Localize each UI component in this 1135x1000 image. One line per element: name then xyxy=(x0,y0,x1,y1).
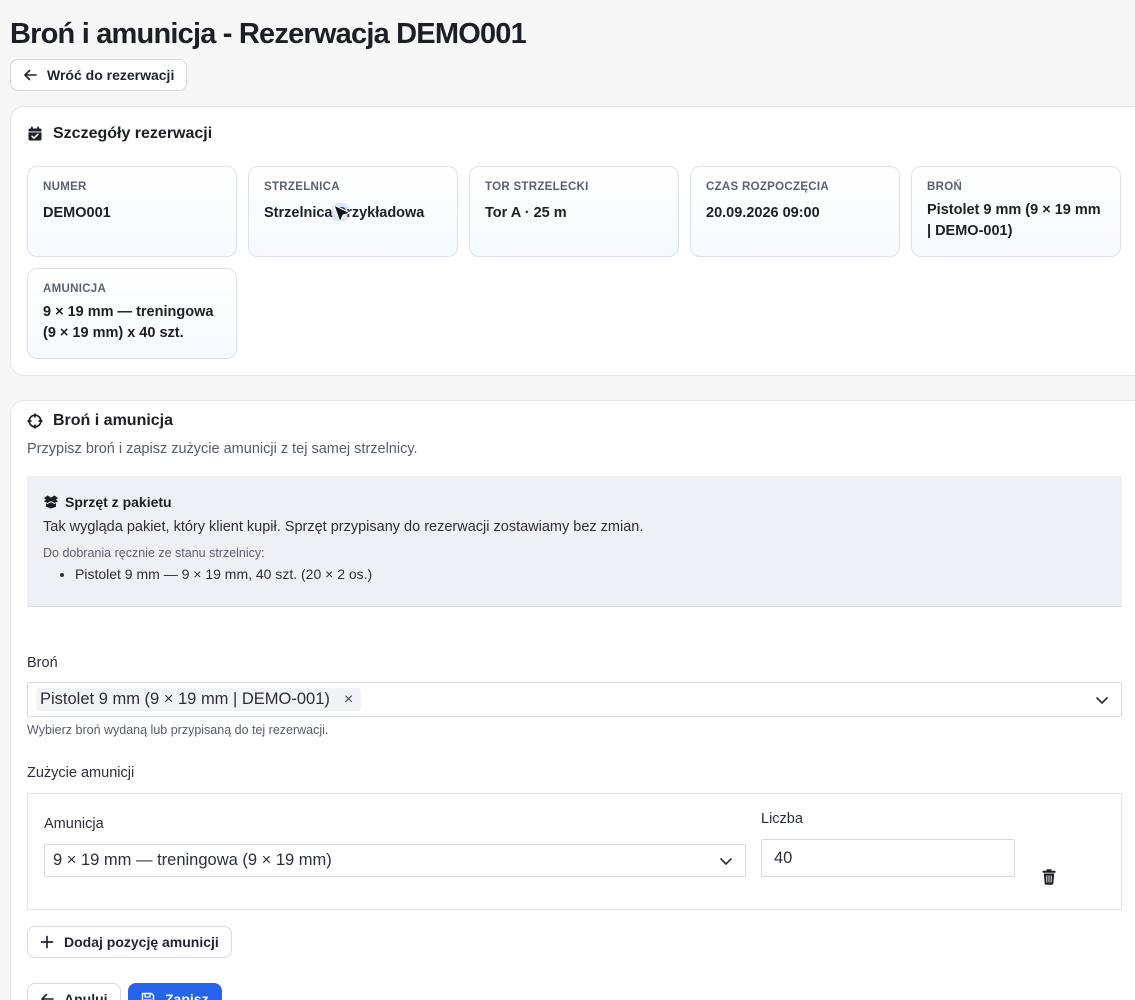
list-item: Pistolet 9 mm — 9 × 19 mm, 40 szt. (20 ×… xyxy=(75,566,1106,582)
trash-icon[interactable] xyxy=(1042,869,1056,885)
crosshair-icon xyxy=(27,413,43,429)
ammo-usage-label: Zużycie amunicji xyxy=(27,765,135,781)
chevron-down-icon xyxy=(720,858,732,865)
count-input[interactable]: 40 xyxy=(761,839,1015,877)
package-description: Tak wygląda pakiet, który klient kupił. … xyxy=(43,519,644,535)
tile-label: STRZELNICA xyxy=(264,181,340,193)
chevron-down-icon[interactable] xyxy=(1095,693,1109,707)
tile-value: Pistolet 9 mm (9 × 19 mm | DEMO-001) xyxy=(927,202,1101,239)
detail-tile-weapon: BROŃ Pistolet 9 mm (9 × 19 mm | DEMO-001… xyxy=(911,166,1121,257)
weapons-heading: Broń i amunicja xyxy=(27,412,173,430)
add-ammo-position-button[interactable]: Dodaj pozycję amunicji xyxy=(27,926,232,958)
tile-value: Tor A · 25 m xyxy=(485,205,567,221)
selected-weapon-chip: Pistolet 9 mm (9 × 19 mm | DEMO-001) × xyxy=(36,688,362,711)
tile-label: TOR STRZELECKI xyxy=(485,181,589,193)
cancel-button[interactable]: Anuluj xyxy=(27,983,121,1000)
cancel-button-label: Anuluj xyxy=(64,991,108,1000)
add-button-label: Dodaj pozycję amunicji xyxy=(64,934,219,950)
tile-label: CZAS ROZPOCZĘCIA xyxy=(706,181,829,193)
chip-label: Pistolet 9 mm (9 × 19 mm | DEMO-001) xyxy=(40,690,330,708)
plus-icon xyxy=(40,935,54,949)
weapon-multiselect[interactable]: Pistolet 9 mm (9 × 19 mm | DEMO-001) × xyxy=(27,682,1122,717)
detail-tile-range: STRZELNICA Strzelnica Przykładowa xyxy=(248,166,458,257)
count-label: Liczba xyxy=(761,811,803,827)
tile-label: AMUNICJA xyxy=(43,283,107,295)
remove-weapon-button[interactable]: × xyxy=(340,691,357,709)
detail-tile-lane: TOR STRZELECKI Tor A · 25 m xyxy=(469,166,679,257)
box-icon xyxy=(44,495,58,509)
tile-value: 9 × 19 mm — treningowa (9 × 19 mm) x 40 … xyxy=(43,304,214,341)
detail-tile-ammunition: AMUNICJA 9 × 19 mm — treningowa (9 × 19 … xyxy=(27,268,237,359)
tile-label: NUMER xyxy=(43,181,87,193)
package-items-list: Pistolet 9 mm — 9 × 19 mm, 40 szt. (20 ×… xyxy=(43,566,1106,582)
calendar-check-icon xyxy=(28,126,42,141)
arrow-left-icon xyxy=(24,69,37,81)
ammo-usage-row: Amunicja 9 × 19 mm — treningowa (9 × 19 … xyxy=(27,793,1122,910)
detail-tile-number: NUMER DEMO001 xyxy=(27,166,237,257)
package-info-panel: Sprzęt z pakietu Tak wygląda pakiet, któ… xyxy=(27,476,1122,607)
save-button-label: Zapisz xyxy=(165,991,209,1000)
save-icon xyxy=(141,992,155,1000)
tile-value: 20.09.2026 09:00 xyxy=(706,205,820,221)
back-button-label: Wróć do rezerwacji xyxy=(47,67,175,83)
tile-value: Strzelnica Przykładowa xyxy=(264,205,425,221)
arrow-left-icon xyxy=(41,993,54,1000)
back-to-reservations-button[interactable]: Wróć do rezerwacji xyxy=(10,59,188,91)
ammunition-select-value: 9 × 19 mm — treningowa (9 × 19 mm) xyxy=(53,851,332,869)
page-title: Broń i amunicja - Rezerwacja DEMO001 xyxy=(10,18,527,50)
save-button[interactable]: Zapisz xyxy=(128,983,222,1000)
detail-tile-start-time: CZAS ROZPOCZĘCIA 20.09.2026 09:00 xyxy=(690,166,900,257)
details-heading: Szczegóły rezerwacji xyxy=(27,125,212,143)
ammunition-label: Amunicja xyxy=(44,816,104,832)
ammunition-select[interactable]: 9 × 19 mm — treningowa (9 × 19 mm) xyxy=(44,844,746,877)
weapons-subtitle: Przypisz broń i zapisz zużycie amunicji … xyxy=(27,441,418,457)
package-note: Do dobrania ręcznie ze stanu strzelnicy: xyxy=(43,546,265,560)
tile-value: DEMO001 xyxy=(43,205,111,221)
package-title: Sprzęt z pakietu xyxy=(43,494,1106,510)
weapon-field-label: Broń xyxy=(27,655,58,671)
reservation-details-card: Szczegóły rezerwacji NUMER DEMO001 STRZE… xyxy=(10,106,1135,376)
weapon-help-text: Wybierz broń wydaną lub przypisaną do te… xyxy=(27,723,329,737)
tile-label: BROŃ xyxy=(927,181,963,193)
weapons-ammo-card: Broń i amunicja Przypisz broń i zapisz z… xyxy=(10,400,1135,1000)
